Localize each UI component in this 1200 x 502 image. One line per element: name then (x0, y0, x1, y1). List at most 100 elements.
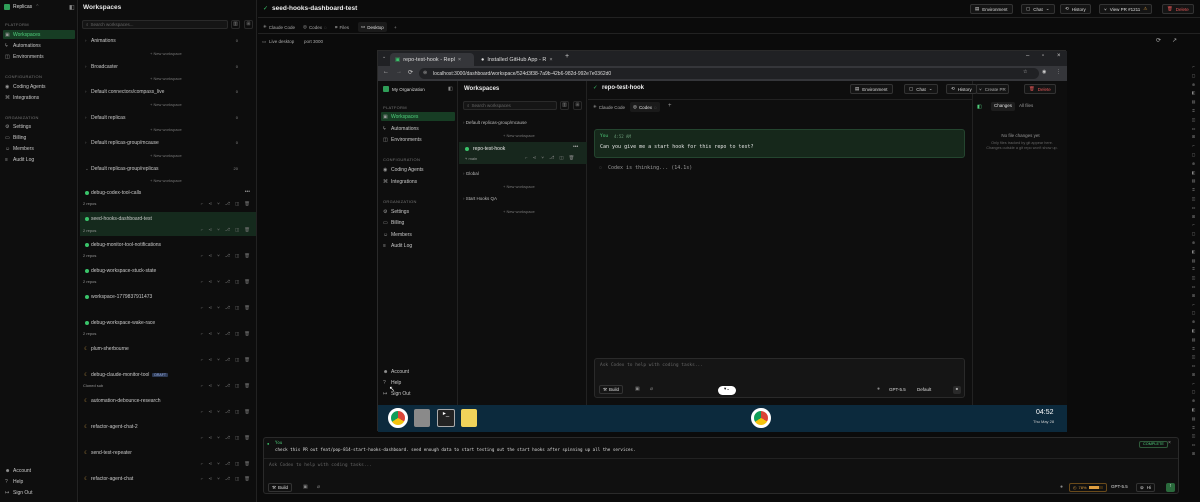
window-icon[interactable]: ◫ (235, 279, 239, 285)
branch-icon[interactable]: ⎇ (225, 357, 230, 363)
window-icon[interactable]: ◫ (235, 227, 239, 233)
inner-item-automations[interactable]: ϟ Automations (381, 124, 453, 133)
new-workspace-link[interactable]: + New workspace (150, 102, 182, 107)
tool-icon[interactable]: ◫ (1192, 196, 1196, 201)
new-workspace-link[interactable]: + New workspace (150, 153, 182, 158)
trash-icon[interactable]: 🗑 (569, 155, 575, 161)
image-icon[interactable]: ▣ (303, 484, 308, 490)
share-icon[interactable]: ⋖ (208, 435, 212, 441)
chrome-app-icon[interactable] (751, 408, 771, 428)
tool-icon[interactable]: ⌐ (1192, 222, 1194, 227)
trash-icon[interactable]: 🗑 (244, 357, 250, 363)
terminal-icon[interactable]: ⌐ (201, 331, 204, 337)
build-button[interactable]: ⚒ Build (268, 483, 293, 492)
new-tab-button[interactable]: + (565, 53, 569, 60)
inner-org-switcher[interactable]: My Organization (383, 86, 425, 92)
sidebar-item-settings[interactable]: ⚙ Settings (3, 122, 75, 131)
github-icon[interactable]: ● (877, 386, 880, 392)
merge-icon[interactable]: ⑂ (217, 227, 220, 233)
merge-icon[interactable]: ⑂ (217, 383, 220, 389)
window-icon[interactable]: ◫ (235, 357, 239, 363)
browser-tab[interactable]: ● Installed GitHub App - R × (476, 53, 560, 66)
inner-tab-claude-code[interactable]: ✳ Claude Code (590, 102, 628, 112)
inner-tab-codex[interactable]: ◎ Codex ◌ (630, 102, 660, 112)
inner-item-environments[interactable]: ◫ Environments (381, 135, 453, 144)
trash-icon[interactable]: 🗑 (244, 476, 250, 482)
share-icon[interactable]: ⋖ (533, 155, 537, 161)
inner-chat-button[interactable]: ▢ Chat ⌄ (904, 84, 938, 94)
inner-item-account[interactable]: ☻ Account (381, 367, 453, 376)
tool-icon[interactable]: ⊕ (1192, 240, 1195, 245)
merge-icon[interactable]: ⑂ (217, 305, 220, 311)
close-icon[interactable]: × (1168, 440, 1171, 446)
environment-button[interactable]: ▤ Environment (970, 4, 1013, 14)
tool-icon[interactable]: ▤ (1192, 99, 1196, 104)
tool-icon[interactable]: ▤ (1192, 258, 1196, 263)
tool-icon[interactable]: ⊕ (1192, 398, 1195, 403)
refresh-icon[interactable]: ⟳ (1156, 37, 1161, 44)
window-icon[interactable]: ◫ (235, 305, 239, 311)
close-icon[interactable]: × (549, 57, 552, 63)
terminal-icon[interactable]: ⌐ (201, 435, 204, 441)
tool-icon[interactable]: ▭ (1192, 126, 1196, 131)
tool-icon[interactable]: ▢ (1192, 389, 1196, 394)
tool-icon[interactable]: ⌗ (1192, 266, 1194, 271)
branch-icon[interactable]: ⎇ (225, 201, 230, 207)
minimize-icon[interactable]: – (1026, 53, 1029, 59)
view-pr-button[interactable]: ⑂ View PR #1211 ⚠ (1099, 4, 1153, 14)
share-icon[interactable]: ⋖ (208, 383, 212, 389)
workspace-row[interactable]: ☾ refactor-agent-chat-2 ⌐ ⋖ ⑂ ⎇ ◫ 🗑 (80, 424, 256, 444)
merge-icon[interactable]: ⑂ (217, 409, 220, 415)
usage-meter[interactable]: ◴ 78% (1069, 483, 1107, 492)
sidebar-item-environments[interactable]: ◫ Environments (3, 52, 75, 61)
share-icon[interactable]: ⋖ (208, 461, 212, 467)
branch-icon[interactable]: ⎇ (549, 155, 554, 161)
merge-icon[interactable]: ⑂ (217, 253, 220, 259)
tool-icon[interactable]: ▢ (1192, 73, 1196, 78)
tool-icon[interactable]: ⊞ (1192, 451, 1195, 456)
share-icon[interactable]: ⋖ (208, 227, 212, 233)
window-icon[interactable]: ◫ (235, 476, 239, 482)
share-icon[interactable]: ⋖ (208, 253, 212, 259)
new-workspace-link[interactable]: + New workspace (503, 184, 535, 189)
trash-icon[interactable]: 🗑 (244, 409, 250, 415)
window-icon[interactable]: ◫ (235, 253, 239, 259)
effort-select[interactable]: ⊚ Hi (1136, 483, 1156, 492)
sidebar-item-sign-out[interactable]: ↦ Sign Out (3, 488, 75, 497)
merge-icon[interactable]: ⑂ (217, 461, 220, 467)
sidebar-item-billing[interactable]: ▭ Billing (3, 133, 75, 142)
github-icon[interactable]: ● (1060, 484, 1063, 490)
tool-icon[interactable]: ⊕ (1192, 161, 1195, 166)
history-button[interactable]: ⟲ History (1060, 4, 1091, 14)
trash-icon[interactable]: 🗑 (244, 435, 250, 441)
merge-icon[interactable]: ⑂ (217, 279, 220, 285)
new-workspace-link[interactable]: + New workspace (150, 178, 182, 183)
inner-item-settings[interactable]: ⚙ Settings (381, 207, 453, 216)
trash-icon[interactable]: 🗑 (244, 227, 250, 233)
inner-item-integrations[interactable]: ⌘ Integrations (381, 177, 453, 186)
tool-icon[interactable]: ⊞ (1192, 293, 1195, 298)
inner-group-row[interactable]: › Start Hooks QA (463, 196, 583, 201)
tool-icon[interactable]: ◫ (1192, 354, 1196, 359)
inner-build-button[interactable]: ⚒ Build (599, 385, 624, 394)
window-icon[interactable]: ◫ (235, 435, 239, 441)
tool-icon[interactable]: ⌐ (1192, 143, 1194, 148)
terminal-icon[interactable]: ⌐ (201, 461, 204, 467)
workspace-row[interactable]: ☾ plum-sherbourne ⌐ ⋖ ⑂ ⎇ ◫ 🗑 (80, 346, 256, 366)
tool-icon[interactable]: ◧ (1192, 328, 1196, 333)
add-tab-button[interactable]: + (391, 22, 400, 32)
merge-icon[interactable]: ⑂ (217, 331, 220, 337)
sidebar-item-audit-log[interactable]: ≡ Audit Log (3, 155, 75, 164)
inner-search-input[interactable]: ⌕ Search workspaces (463, 101, 557, 110)
filter-button[interactable]: ▥ (231, 20, 240, 29)
branch-icon[interactable]: ⎇ (225, 435, 230, 441)
terminal-icon[interactable]: ⌐ (525, 155, 528, 161)
branch-icon[interactable]: ⎇ (225, 476, 230, 482)
tool-icon[interactable]: ▢ (1192, 310, 1196, 315)
tool-icon[interactable]: ⌗ (1192, 346, 1194, 351)
sidebar-item-coding-agents[interactable]: ◉ Coding Agents (3, 82, 75, 91)
new-workspace-link[interactable]: + New workspace (503, 209, 535, 214)
installer-app-icon[interactable] (414, 409, 430, 427)
trash-icon[interactable]: 🗑 (244, 201, 250, 207)
search-input[interactable]: ⌕ Search workspaces... (82, 20, 228, 29)
